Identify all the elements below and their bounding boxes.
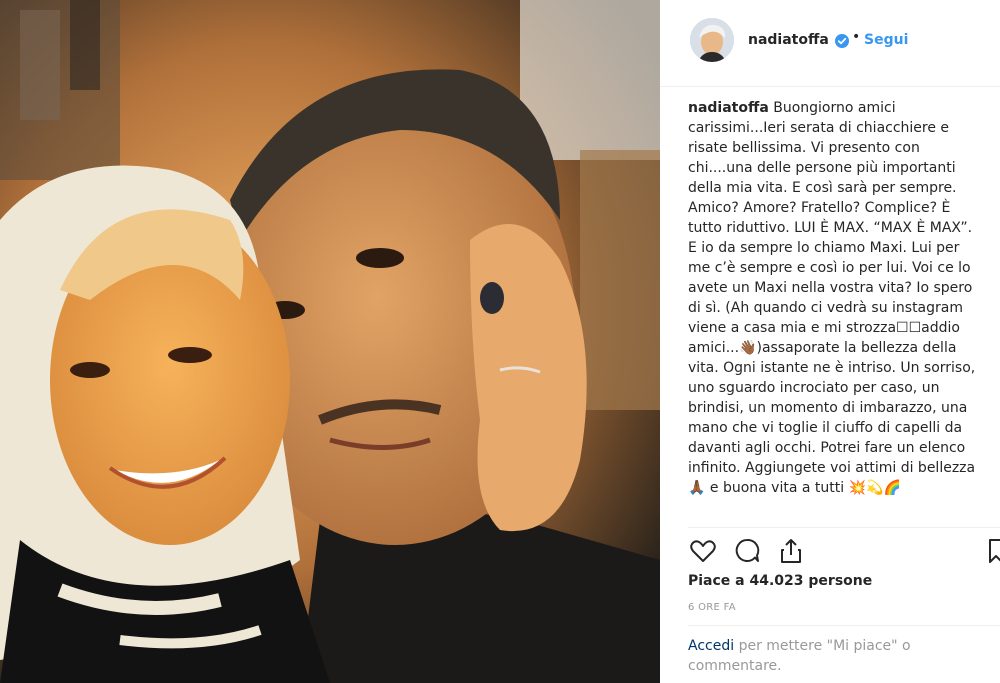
caption-text: Buongiorno amici carissimi...Ieri serata…	[688, 100, 976, 496]
photo-illustration	[0, 0, 660, 683]
login-prompt: Accedi per mettere "Mi piace" o commenta…	[688, 636, 968, 676]
post-caption: nadiatoffa Buongiorno amici carissimi...…	[688, 98, 1000, 498]
username[interactable]: nadiatoffa	[748, 32, 829, 48]
post-timestamp: 6 ORE FA	[688, 602, 736, 613]
comment-icon[interactable]	[732, 536, 762, 566]
divider	[688, 625, 1000, 626]
heart-icon[interactable]	[688, 536, 718, 566]
separator-dot: •	[852, 29, 861, 45]
post-photo	[0, 0, 660, 683]
follow-button[interactable]: Segui	[864, 32, 908, 48]
avatar-image	[690, 18, 734, 62]
post-header: nadiatoffa • Segui	[660, 0, 1000, 87]
share-icon[interactable]	[776, 536, 806, 566]
verified-badge-icon	[835, 34, 849, 48]
bookmark-icon[interactable]	[988, 536, 1000, 566]
caption-username[interactable]: nadiatoffa	[688, 100, 769, 116]
post-sidebar: nadiatoffa • Segui nadiatoffa Buongiorno…	[660, 0, 1000, 683]
likes-count[interactable]: Piace a 44.023 persone	[688, 573, 872, 589]
avatar[interactable]	[690, 18, 734, 62]
divider	[688, 527, 1000, 528]
login-link[interactable]: Accedi	[688, 638, 734, 654]
